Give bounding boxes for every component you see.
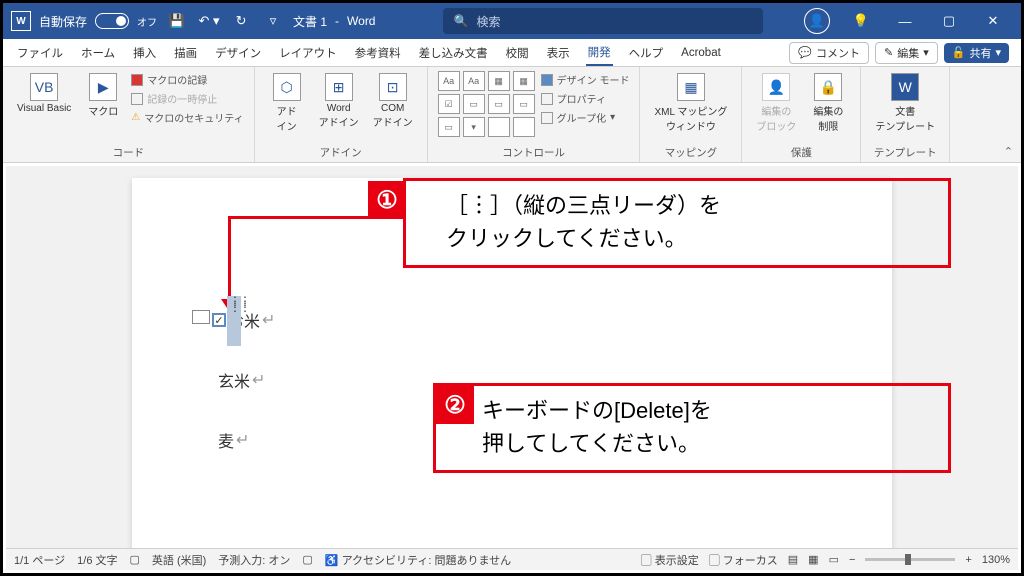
maximize-button[interactable]: ▢ bbox=[929, 3, 969, 39]
annotation-number-1: ① bbox=[368, 181, 406, 219]
autosave-label: 自動保存 bbox=[39, 13, 87, 30]
tab-developer[interactable]: 開発 bbox=[586, 40, 613, 66]
checkbox-icon[interactable]: ✓ bbox=[212, 313, 226, 327]
tab-insert[interactable]: 挿入 bbox=[131, 41, 158, 65]
group-addin-label: アドイン bbox=[320, 145, 362, 160]
controls-gallery[interactable]: AaAa▦▦ ☑▭▭▭ ▭▾ bbox=[438, 71, 535, 137]
block-authors-button[interactable]: 👤編集の ブロック bbox=[752, 71, 800, 135]
design-mode-button[interactable]: デザイン モード bbox=[541, 71, 630, 88]
redo-icon[interactable]: ↻ bbox=[229, 9, 253, 33]
annotation-arrow bbox=[228, 216, 231, 304]
properties-button[interactable]: プロパティ bbox=[541, 90, 630, 107]
focus-button[interactable]: ▢ フォーカス bbox=[709, 552, 778, 568]
account-icon[interactable]: 👤 bbox=[804, 8, 830, 34]
restrict-editing-button[interactable]: 🔒編集の 制限 bbox=[806, 71, 850, 135]
app-name: Word bbox=[347, 14, 375, 28]
share-button[interactable]: 🔓 共有 ▾ bbox=[944, 43, 1009, 63]
doc-title: 文書 1 bbox=[293, 13, 327, 30]
view-web-icon[interactable]: ▭ bbox=[829, 553, 839, 566]
tab-view[interactable]: 表示 bbox=[545, 41, 572, 65]
macro-button[interactable]: ▶マクロ bbox=[81, 71, 125, 120]
edit-button[interactable]: ✎ 編集 ▾ bbox=[875, 42, 938, 64]
page-count[interactable]: 1/1 ページ bbox=[14, 552, 65, 568]
vertical-dots-handle[interactable]: ⋮⋮⋮⋮ bbox=[229, 298, 249, 310]
display-settings-button[interactable]: ▢ 表示設定 bbox=[641, 552, 699, 568]
word-count[interactable]: 1/6 文字 bbox=[77, 552, 117, 568]
view-print-icon[interactable]: ▦ bbox=[808, 553, 818, 566]
group-mapping-label: マッピング bbox=[665, 145, 718, 160]
save-icon[interactable]: 💾 bbox=[165, 9, 189, 33]
com-addins-button[interactable]: ⊡COM アドイン bbox=[369, 71, 417, 131]
group-protect-label: 保護 bbox=[791, 145, 812, 160]
group-button[interactable]: グループ化 ▾ bbox=[541, 109, 630, 126]
group-code-label: コード bbox=[113, 145, 145, 160]
tab-help[interactable]: ヘルプ bbox=[627, 41, 666, 65]
list-item-3: 麦↵ bbox=[218, 428, 275, 452]
tab-acrobat[interactable]: Acrobat bbox=[679, 43, 723, 63]
dropdown-icon[interactable]: ▿ bbox=[261, 9, 285, 33]
zoom-out-button[interactable]: − bbox=[849, 554, 855, 566]
annotation-number-2: ② bbox=[436, 386, 474, 424]
tab-layout[interactable]: レイアウト bbox=[277, 41, 339, 65]
tab-references[interactable]: 参考資料 bbox=[353, 41, 403, 65]
accessibility-button[interactable]: ♿ アクセシビリティ: 問題ありません bbox=[325, 552, 511, 568]
minimize-button[interactable]: — bbox=[885, 3, 925, 39]
word-addins-button[interactable]: ⊞Word アドイン bbox=[315, 71, 363, 131]
autosave-state: オフ bbox=[137, 14, 157, 29]
control-properties-icon[interactable] bbox=[192, 310, 210, 324]
record-macro-button[interactable]: マクロの記録 bbox=[131, 71, 243, 88]
macro-status-icon[interactable]: ▢ bbox=[302, 553, 312, 566]
close-button[interactable]: ✕ bbox=[973, 3, 1013, 39]
search-icon: 🔍 bbox=[453, 14, 468, 28]
group-template-label: テンプレート bbox=[874, 145, 937, 160]
tab-file[interactable]: ファイル bbox=[15, 41, 65, 65]
group-control-label: コントロール bbox=[502, 145, 565, 160]
zoom-level[interactable]: 130% bbox=[982, 554, 1010, 566]
help-icon[interactable]: 💡 bbox=[848, 8, 874, 34]
list-item-2: 玄米↵ bbox=[218, 368, 275, 392]
undo-icon[interactable]: ↶ ▾ bbox=[197, 9, 221, 33]
search-input[interactable]: 🔍 検索 bbox=[443, 8, 763, 34]
annotation-1: ① ［︙］（縦の三点リーダ）をクリックしてください。 bbox=[403, 178, 951, 268]
spellcheck-icon[interactable]: ▢ bbox=[130, 553, 140, 566]
language-button[interactable]: 英語 (米国) bbox=[152, 552, 206, 568]
xml-mapping-button[interactable]: ▦XML マッピング ウィンドウ bbox=[650, 71, 731, 135]
visual-basic-button[interactable]: VBVisual Basic bbox=[13, 71, 75, 116]
pause-recording-button[interactable]: 記録の一時停止 bbox=[131, 90, 243, 107]
comment-button[interactable]: 💬 コメント bbox=[789, 42, 869, 64]
tab-draw[interactable]: 描画 bbox=[172, 41, 199, 65]
word-icon: W bbox=[11, 11, 31, 31]
tab-mailings[interactable]: 差し込み文書 bbox=[417, 41, 490, 65]
document-template-button[interactable]: W文書 テンプレート bbox=[871, 71, 939, 135]
zoom-slider[interactable] bbox=[865, 558, 955, 561]
zoom-in-button[interactable]: + bbox=[965, 554, 971, 566]
collapse-ribbon-icon[interactable]: ⌃ bbox=[1004, 145, 1013, 158]
tab-design[interactable]: デザイン bbox=[213, 41, 263, 65]
view-read-icon[interactable]: ▤ bbox=[788, 553, 798, 566]
predictive-input[interactable]: 予測入力: オン bbox=[218, 552, 290, 568]
tab-home[interactable]: ホーム bbox=[79, 41, 117, 65]
addins-button[interactable]: ⬡アド イン bbox=[265, 71, 309, 135]
annotation-2: ② キーボードの[Delete]を押してしてください。 bbox=[433, 383, 951, 473]
macro-security-button[interactable]: ⚠マクロのセキュリティ bbox=[131, 109, 243, 126]
tab-review[interactable]: 校閲 bbox=[504, 41, 531, 65]
autosave-toggle[interactable] bbox=[95, 13, 129, 29]
